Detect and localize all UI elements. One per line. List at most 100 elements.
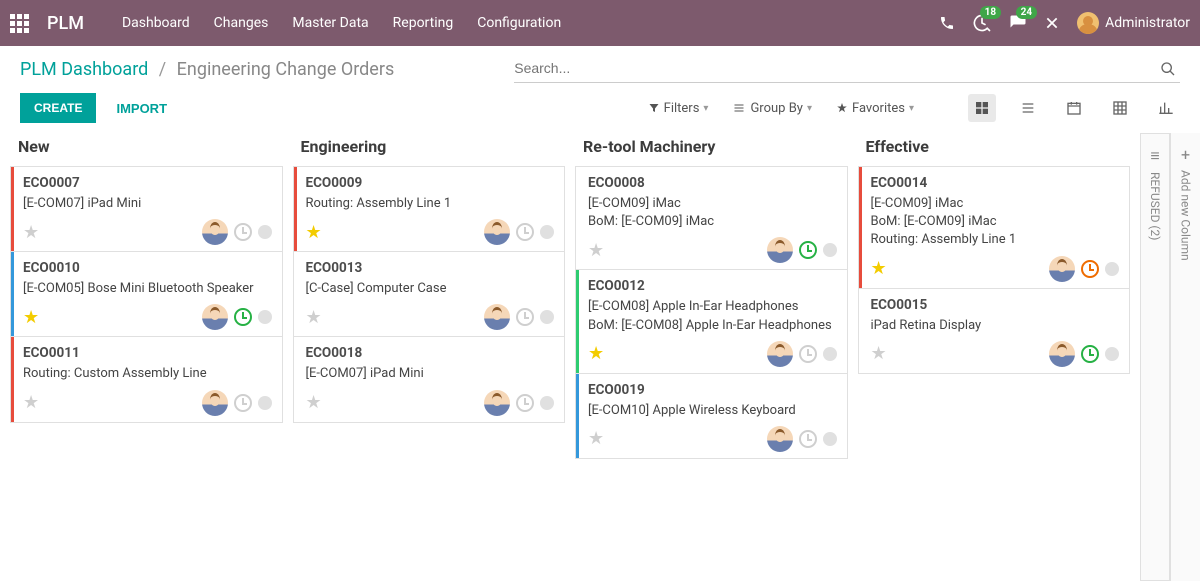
view-pivot-icon[interactable] [1106, 94, 1134, 122]
breadcrumb-leaf: Engineering Change Orders [177, 59, 395, 80]
kanban-card[interactable]: ECO0012[E-COM08] Apple In-Ear Headphones… [575, 269, 848, 373]
filters-menu[interactable]: Filters▾ [648, 101, 709, 116]
kanban-card[interactable]: ECO0015iPad Retina Display★ [858, 288, 1131, 374]
activity-clock-icon[interactable] [799, 241, 817, 259]
star-icon[interactable]: ★ [871, 343, 887, 364]
star-icon[interactable]: ★ [306, 307, 322, 328]
kanban-card[interactable]: ECO0010[E-COM05] Bose Mini Bluetooth Spe… [10, 251, 283, 337]
add-column[interactable]: + Add new Column [1170, 133, 1200, 581]
state-dot-icon[interactable] [258, 396, 272, 410]
import-button[interactable]: IMPORT [110, 100, 173, 117]
search-bar [514, 56, 1180, 83]
conversations-icon[interactable]: 18 [973, 14, 991, 32]
star-icon[interactable]: ★ [588, 240, 604, 261]
activity-clock-icon[interactable] [516, 223, 534, 241]
kanban-card[interactable]: ECO0018[E-COM07] iPad Mini★ [293, 336, 566, 422]
assignee-avatar[interactable] [484, 390, 510, 416]
state-dot-icon[interactable] [258, 225, 272, 239]
column-title[interactable]: New [10, 133, 283, 166]
card-line: BoM: [E-COM09] iMac [871, 213, 1120, 231]
card-title: ECO0007 [23, 175, 272, 191]
groupby-menu[interactable]: Group By▾ [732, 101, 812, 116]
user-menu[interactable]: Administrator [1077, 12, 1190, 34]
activity-clock-icon[interactable] [516, 394, 534, 412]
menu-dashboard[interactable]: Dashboard [122, 15, 190, 31]
column-title[interactable]: Engineering [293, 133, 566, 166]
search-input[interactable] [514, 56, 1156, 80]
priority-stripe [294, 167, 297, 251]
kanban-card[interactable]: ECO0008[E-COM09] iMacBoM: [E-COM09] iMac… [575, 166, 848, 270]
star-icon[interactable]: ★ [23, 222, 39, 243]
activity-clock-icon[interactable] [1081, 345, 1099, 363]
star-icon[interactable]: ★ [23, 392, 39, 413]
control-panel: PLM Dashboard / Engineering Change Order… [0, 46, 1200, 123]
state-dot-icon[interactable] [258, 310, 272, 324]
view-graph-icon[interactable] [1152, 94, 1180, 122]
folded-column-refused[interactable]: ≡ REFUSED (2) [1140, 133, 1170, 581]
card-title: ECO0008 [588, 175, 837, 191]
column-title[interactable]: Effective [858, 133, 1131, 166]
activity-clock-icon[interactable] [799, 430, 817, 448]
kanban-card[interactable]: ECO0014[E-COM09] iMacBoM: [E-COM09] iMac… [858, 166, 1131, 289]
state-dot-icon[interactable] [1105, 262, 1119, 276]
assignee-avatar[interactable] [767, 426, 793, 452]
assignee-avatar[interactable] [202, 219, 228, 245]
activity-clock-icon[interactable] [234, 308, 252, 326]
state-dot-icon[interactable] [540, 396, 554, 410]
state-dot-icon[interactable] [540, 225, 554, 239]
kanban-column: Re-tool MachineryECO0008[E-COM09] iMacBo… [575, 133, 848, 571]
kanban-card[interactable]: ECO0009Routing: Assembly Line 1★ [293, 166, 566, 252]
kanban-card[interactable]: ECO0013[C-Case] Computer Case★ [293, 251, 566, 337]
assignee-avatar[interactable] [484, 219, 510, 245]
card-title: ECO0009 [306, 175, 555, 191]
card-line: BoM: [E-COM08] Apple In-Ear Headphones [588, 317, 837, 335]
assignee-avatar[interactable] [202, 304, 228, 330]
column-title[interactable]: Re-tool Machinery [575, 133, 848, 166]
state-dot-icon[interactable] [823, 347, 837, 361]
activity-clock-icon[interactable] [234, 223, 252, 241]
assignee-avatar[interactable] [202, 390, 228, 416]
menu-master-data[interactable]: Master Data [292, 15, 368, 31]
card-line: BoM: [E-COM09] iMac [588, 213, 837, 231]
view-list-icon[interactable] [1014, 94, 1042, 122]
star-icon[interactable]: ★ [306, 222, 322, 243]
kanban-card[interactable]: ECO0011Routing: Custom Assembly Line★ [10, 336, 283, 422]
kanban-column: EffectiveECO0014[E-COM09] iMacBoM: [E-CO… [858, 133, 1131, 571]
assignee-avatar[interactable] [767, 237, 793, 263]
favorites-menu[interactable]: Favorites▾ [836, 101, 914, 116]
card-title: ECO0018 [306, 345, 555, 361]
kanban-card[interactable]: ECO0007[E-COM07] iPad Mini★ [10, 166, 283, 252]
search-icon[interactable] [1156, 61, 1180, 80]
star-icon[interactable]: ★ [306, 392, 322, 413]
menu-configuration[interactable]: Configuration [477, 15, 561, 31]
breadcrumb-root[interactable]: PLM Dashboard [20, 59, 148, 80]
create-button[interactable]: CREATE [20, 93, 96, 123]
assignee-avatar[interactable] [767, 341, 793, 367]
state-dot-icon[interactable] [823, 432, 837, 446]
view-calendar-icon[interactable] [1060, 94, 1088, 122]
star-icon[interactable]: ★ [588, 428, 604, 449]
messages-icon[interactable]: 24 [1009, 14, 1027, 32]
star-icon[interactable]: ★ [23, 307, 39, 328]
card-line: [E-COM05] Bose Mini Bluetooth Speaker [23, 280, 272, 298]
menu-reporting[interactable]: Reporting [393, 15, 454, 31]
activity-clock-icon[interactable] [234, 394, 252, 412]
priority-stripe [576, 270, 579, 372]
state-dot-icon[interactable] [823, 243, 837, 257]
kanban-card[interactable]: ECO0019[E-COM10] Apple Wireless Keyboard… [575, 373, 848, 459]
apps-icon[interactable] [10, 14, 29, 33]
view-kanban-icon[interactable] [968, 94, 996, 122]
close-icon[interactable] [1045, 16, 1059, 30]
star-icon[interactable]: ★ [871, 258, 887, 279]
assignee-avatar[interactable] [1049, 341, 1075, 367]
activity-clock-icon[interactable] [1081, 260, 1099, 278]
assignee-avatar[interactable] [1049, 256, 1075, 282]
state-dot-icon[interactable] [540, 310, 554, 324]
activity-clock-icon[interactable] [516, 308, 534, 326]
star-icon[interactable]: ★ [588, 343, 604, 364]
state-dot-icon[interactable] [1105, 347, 1119, 361]
menu-changes[interactable]: Changes [214, 15, 269, 31]
assignee-avatar[interactable] [484, 304, 510, 330]
phone-icon[interactable] [939, 15, 955, 31]
activity-clock-icon[interactable] [799, 345, 817, 363]
